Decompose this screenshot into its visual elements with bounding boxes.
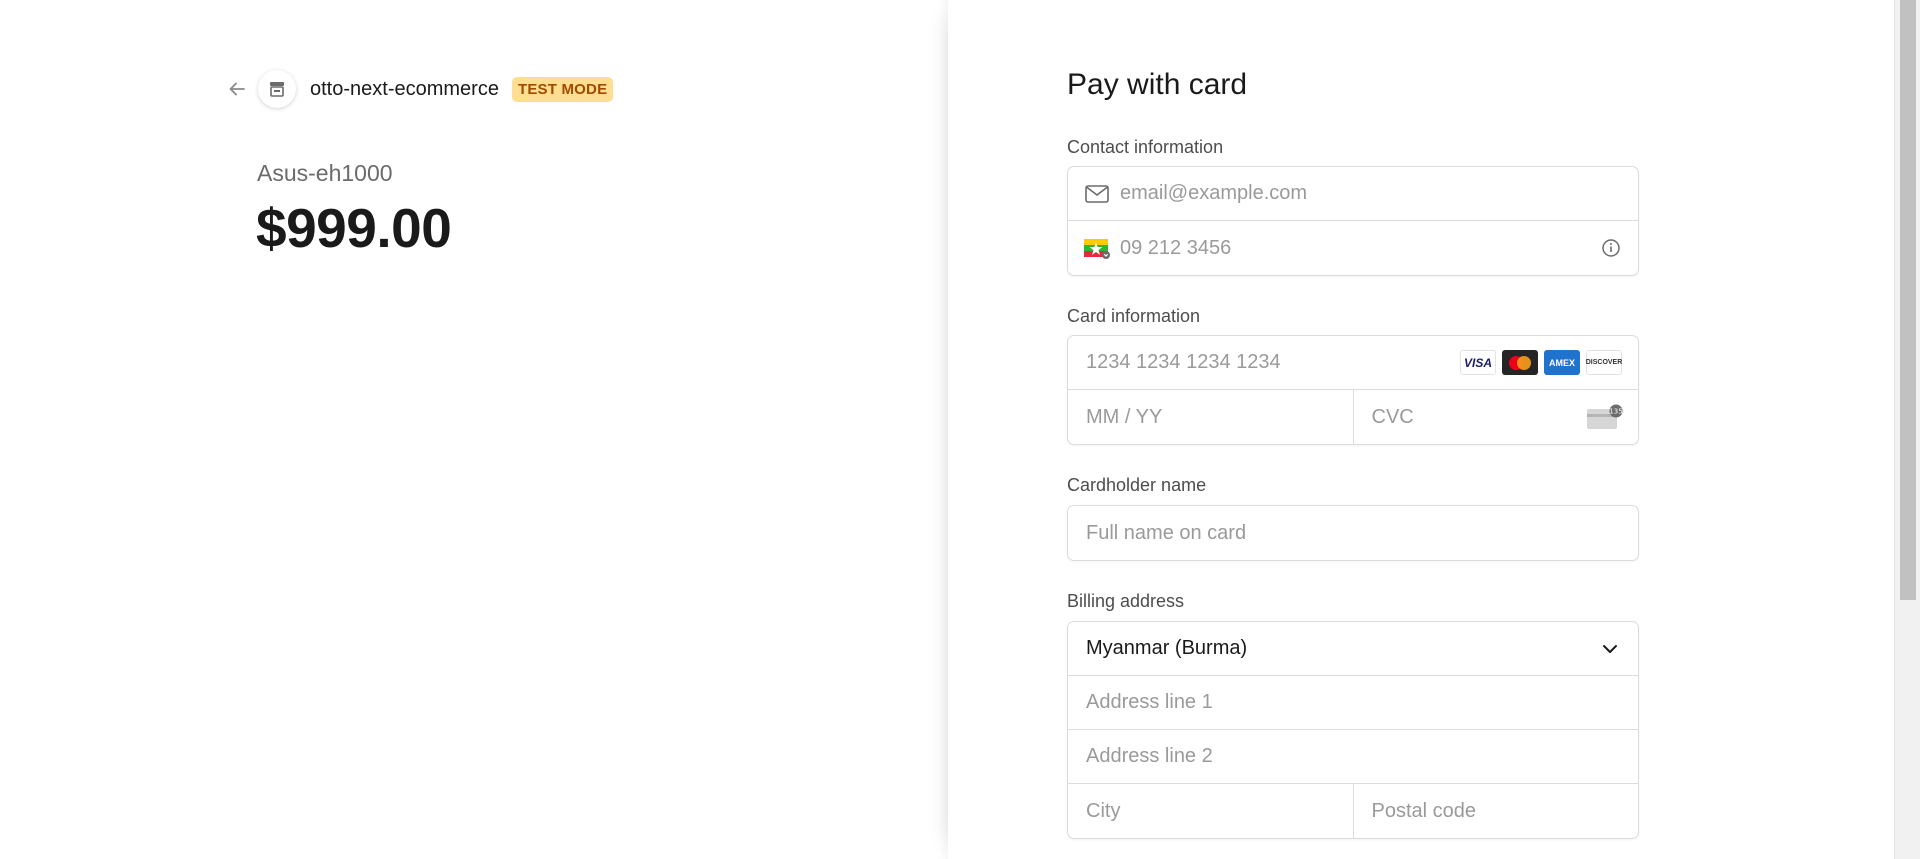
scrollbar-thumb[interactable] (1900, 0, 1916, 600)
phone-row[interactable]: 09 212 3456 (1068, 221, 1638, 275)
country-row[interactable]: Myanmar (Burma) (1068, 622, 1638, 676)
country-select[interactable]: Myanmar (Burma) (1086, 637, 1247, 660)
myanmar-flag-icon[interactable] (1084, 235, 1110, 261)
discover-icon: DISCOVER (1586, 350, 1622, 375)
card-number-field[interactable]: 1234 1234 1234 1234 (1086, 351, 1281, 374)
postal-code-field[interactable]: Postal code (1372, 800, 1477, 823)
pay-title: Pay with card (1067, 68, 1248, 101)
cvc-cell[interactable]: CVC 135 (1352, 390, 1639, 444)
address-line1-field[interactable]: Address line 1 (1086, 691, 1213, 714)
cardholder-label: Cardholder name (1067, 475, 1207, 495)
city-field[interactable]: City (1086, 800, 1120, 823)
envelope-icon (1084, 181, 1110, 207)
card-brands: VISA AMEX DISCOVER (1460, 350, 1622, 375)
card-cvc-icon: 135 (1586, 404, 1623, 430)
cardholder-row[interactable]: Full name on card (1068, 506, 1638, 560)
card-expiry-cvc-row: MM / YY CVC 135 (1068, 390, 1638, 444)
cardholder-field[interactable]: Full name on card (1086, 522, 1246, 545)
expiry-field[interactable]: MM / YY (1086, 406, 1162, 429)
phone-field[interactable]: 09 212 3456 (1120, 237, 1231, 260)
billing-label: Billing address (1067, 591, 1185, 611)
info-icon[interactable] (1600, 237, 1622, 259)
page-scrollbar[interactable] (1894, 0, 1920, 859)
contact-group: email@example.com 09 212 3456 (1067, 166, 1639, 276)
merchant-header: otto-next-ecommerce TEST MODE (224, 70, 614, 108)
summary-panel: otto-next-ecommerce TEST MODE Asus-eh100… (0, 0, 948, 859)
city-postal-row: City Postal code (1068, 784, 1638, 838)
back-arrow-icon (229, 82, 245, 96)
cvc-hint: 135 (1609, 408, 1622, 416)
card-label: Card information (1067, 306, 1201, 326)
address1-row[interactable]: Address line 1 (1068, 676, 1638, 730)
card-group: 1234 1234 1234 1234 VISA AMEX DISCOVER M… (1067, 335, 1639, 445)
contact-label: Contact information (1067, 137, 1224, 157)
expiry-cell[interactable]: MM / YY (1068, 390, 1353, 444)
cvc-field[interactable]: CVC (1372, 406, 1414, 429)
store-avatar (258, 70, 296, 108)
billing-group: Myanmar (Burma) Address line 1 Address l… (1067, 621, 1639, 839)
store-icon (270, 82, 284, 97)
chevron-down-icon[interactable] (1600, 639, 1620, 659)
email-row[interactable]: email@example.com (1068, 167, 1638, 221)
product-name: Asus-eh1000 (257, 160, 393, 186)
amex-icon: AMEX (1544, 350, 1580, 375)
address-line2-field[interactable]: Address line 2 (1086, 745, 1213, 768)
mastercard-icon (1502, 350, 1538, 375)
store-name: otto-next-ecommerce (310, 77, 499, 100)
cardholder-group: Full name on card (1067, 505, 1639, 561)
city-cell[interactable]: City (1068, 784, 1353, 838)
back-button[interactable] (224, 76, 250, 102)
visa-icon: VISA (1460, 350, 1496, 375)
postal-cell[interactable]: Postal code (1352, 784, 1639, 838)
product-price: $999.00 (256, 197, 452, 259)
card-number-row[interactable]: 1234 1234 1234 1234 VISA AMEX DISCOVER (1068, 336, 1638, 390)
address2-row[interactable]: Address line 2 (1068, 730, 1638, 784)
email-field[interactable]: email@example.com (1120, 182, 1307, 205)
test-mode-badge: TEST MODE (511, 76, 614, 102)
